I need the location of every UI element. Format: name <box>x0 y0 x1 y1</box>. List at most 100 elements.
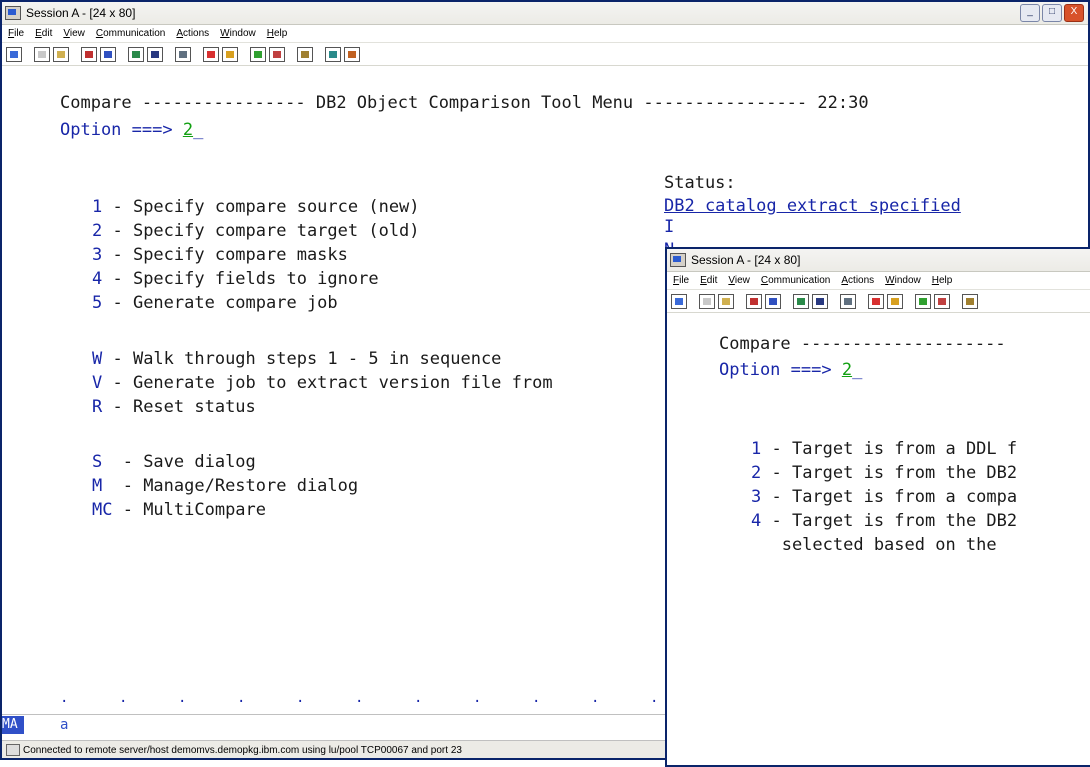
stop-macro-icon[interactable] <box>222 46 238 62</box>
menu-item[interactable]: 1 - Specify compare source (new) <box>92 196 420 218</box>
send-file-icon[interactable] <box>746 293 762 309</box>
target-item[interactable]: 2 - Target is from the DB2 <box>751 462 1017 484</box>
menu-item[interactable]: R - Reset status <box>92 396 256 418</box>
close-button[interactable]: X <box>1064 4 1084 22</box>
clipboard-icon[interactable] <box>962 293 978 309</box>
menu-actions[interactable]: Actions <box>841 275 874 286</box>
map-keyboard-icon[interactable] <box>840 293 856 309</box>
title-bar[interactable]: Session A - [24 x 80] <box>667 249 1090 272</box>
color-remap-icon[interactable] <box>812 293 828 309</box>
menu-file[interactable]: File <box>8 28 24 39</box>
paste-icon[interactable] <box>53 46 69 62</box>
display-keypad-icon[interactable] <box>793 293 809 309</box>
item-key: V <box>92 373 103 393</box>
map-keyboard-icon[interactable] <box>175 46 191 62</box>
status-bar-text: Connected to remote server/host demomvs.… <box>23 745 462 756</box>
menu-edit[interactable]: Edit <box>35 28 52 39</box>
option-label: Option ===> <box>719 360 842 380</box>
menu-item[interactable]: W - Walk through steps 1 - 5 in sequence <box>92 348 501 370</box>
item-text: - Target is from the DB2 <box>761 511 1018 531</box>
paste-icon[interactable] <box>718 293 734 309</box>
window-title: Session A - [24 x 80] <box>26 6 136 20</box>
pf-key-dots: . . . . . . . . . . . . <box>60 690 718 706</box>
toolbar <box>2 43 1088 66</box>
menu-view[interactable]: View <box>63 28 85 39</box>
item-text: - Target is from the DB2 <box>761 463 1018 483</box>
macro-list-icon[interactable] <box>269 46 285 62</box>
item-key: MC <box>92 500 113 520</box>
menu-item[interactable]: 2 - Specify compare target (old) <box>92 220 420 242</box>
record-macro-icon[interactable] <box>868 293 884 309</box>
menu-help[interactable]: Help <box>267 28 288 39</box>
connection-icon <box>6 744 20 757</box>
menu-view[interactable]: View <box>728 275 750 286</box>
menu-item[interactable]: 3 - Specify compare masks <box>92 244 348 266</box>
item-text: - Specify compare target (old) <box>102 221 420 241</box>
item-text: - Target is from a DDL f <box>761 439 1018 459</box>
menu-item[interactable]: V - Generate job to extract version file… <box>92 372 553 394</box>
receive-file-icon[interactable] <box>765 293 781 309</box>
cursor: _ <box>193 120 204 140</box>
item-text: - Reset status <box>102 397 256 417</box>
menu-communication[interactable]: Communication <box>96 28 166 39</box>
menu-file[interactable]: File <box>673 275 689 286</box>
status-line[interactable]: DB2 catalog extract specified <box>664 195 961 217</box>
panel-header: Compare -------------------- <box>719 334 1006 354</box>
item-text: - Specify compare source (new) <box>102 197 420 217</box>
option-input[interactable]: 2 <box>183 120 193 140</box>
oia-text: a <box>60 717 69 733</box>
color-remap-icon[interactable] <box>147 46 163 62</box>
menu-item[interactable]: 4 - Specify fields to ignore <box>92 268 379 290</box>
status-partial: I <box>664 217 675 237</box>
item-key: S <box>92 452 103 472</box>
menu-window[interactable]: Window <box>220 28 256 39</box>
terminal-app-icon <box>5 6 21 20</box>
toolbar <box>667 290 1090 313</box>
target-item[interactable]: 3 - Target is from a compa <box>751 486 1017 508</box>
menu-window[interactable]: Window <box>885 275 921 286</box>
option-input[interactable]: 2 <box>842 360 852 380</box>
menu-communication[interactable]: Communication <box>761 275 831 286</box>
item-text: - Manage/Restore dialog <box>102 476 359 496</box>
status-label: Status: <box>664 173 736 193</box>
copy-icon[interactable] <box>699 293 715 309</box>
play-macro-icon[interactable] <box>250 46 266 62</box>
menu-bar: File Edit View Communication Actions Win… <box>667 272 1090 290</box>
clipboard-icon[interactable] <box>297 46 313 62</box>
display-keypad-icon[interactable] <box>128 46 144 62</box>
menu-bar: File Edit View Communication Actions Win… <box>2 25 1088 43</box>
menu-help[interactable]: Help <box>932 275 953 286</box>
print-screen-icon[interactable] <box>671 293 687 309</box>
menu-item[interactable]: 5 - Generate compare job <box>92 292 338 314</box>
print-screen-icon[interactable] <box>6 46 22 62</box>
maximize-button[interactable]: □ <box>1042 4 1062 22</box>
item-key: 1 <box>92 197 103 217</box>
menu-edit[interactable]: Edit <box>700 275 717 286</box>
target-item[interactable]: 4 - Target is from the DB2 <box>751 510 1017 532</box>
session-a-window-overlay: Session A - [24 x 80] File Edit View Com… <box>665 247 1090 767</box>
macro-list-icon[interactable] <box>934 293 950 309</box>
target-item[interactable]: 1 - Target is from a DDL f <box>751 438 1017 460</box>
menu-item[interactable]: M - Manage/Restore dialog <box>92 475 358 497</box>
item-text: - Specify compare masks <box>102 245 348 265</box>
option-line: Option ===> 2_ <box>60 119 203 141</box>
minimize-button[interactable]: _ <box>1020 4 1040 22</box>
web-icon[interactable] <box>325 46 341 62</box>
stop-macro-icon[interactable] <box>887 293 903 309</box>
send-file-icon[interactable] <box>81 46 97 62</box>
item-key: 2 <box>92 221 103 241</box>
copy-icon[interactable] <box>34 46 50 62</box>
oia-indicator: MA <box>2 716 24 734</box>
menu-item[interactable]: S - Save dialog <box>92 451 256 473</box>
status-bar: Connected to remote server/host demomvs.… <box>2 740 668 758</box>
menu-item[interactable]: MC - MultiCompare <box>92 499 266 521</box>
item-key: 3 <box>92 245 103 265</box>
play-macro-icon[interactable] <box>915 293 931 309</box>
title-bar[interactable]: Session A - [24 x 80] _ □ X <box>2 2 1088 25</box>
item-text: - Save dialog <box>102 452 256 472</box>
record-macro-icon[interactable] <box>203 46 219 62</box>
receive-file-icon[interactable] <box>100 46 116 62</box>
edit-icon[interactable] <box>344 46 360 62</box>
item-key: 2 <box>751 463 762 483</box>
menu-actions[interactable]: Actions <box>176 28 209 39</box>
